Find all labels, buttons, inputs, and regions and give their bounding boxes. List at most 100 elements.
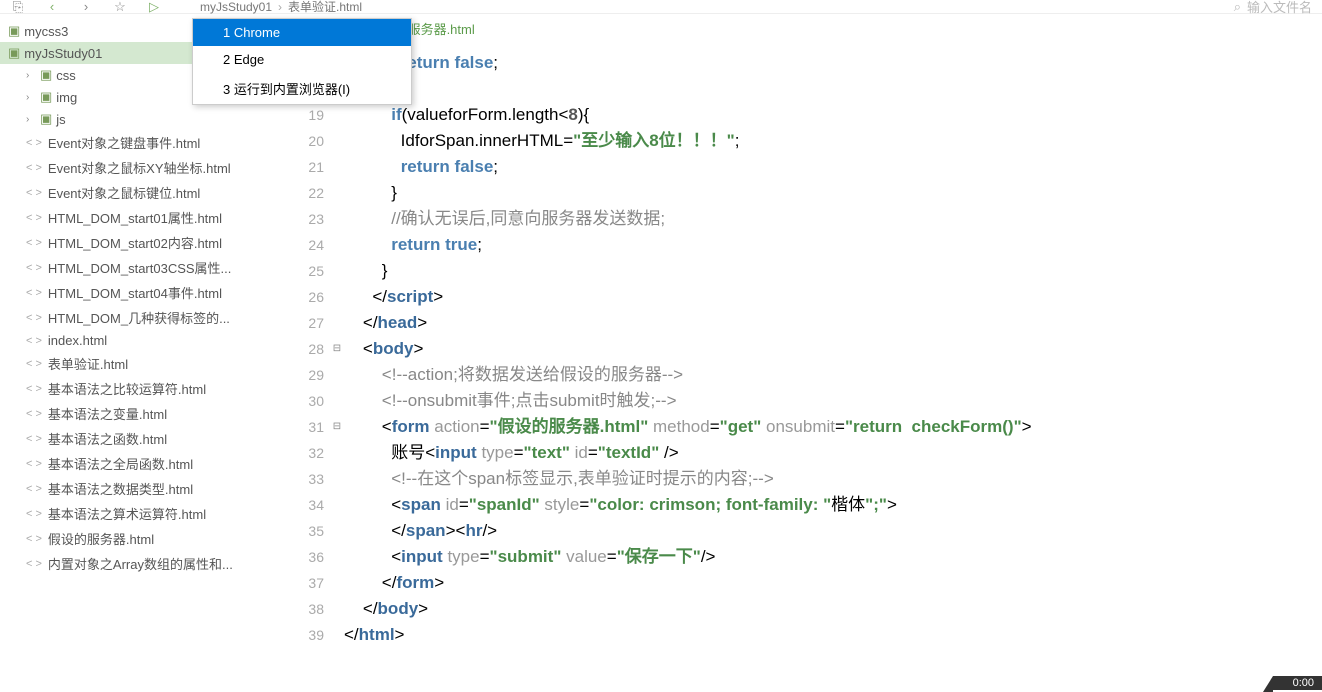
tree-item[interactable]: < >基本语法之变量.html — [0, 401, 280, 426]
fold-marker[interactable] — [330, 570, 344, 596]
back-icon[interactable]: ‹ — [44, 0, 60, 15]
tree-item-label: HTML_DOM_start03CSS属性... — [48, 258, 232, 277]
code-line[interactable]: <!--在这个span标签显示,表单验证时提示的内容;--> — [344, 466, 1322, 492]
fold-marker[interactable]: ⊟ — [330, 336, 344, 362]
code-line[interactable]: <body> — [344, 336, 1322, 362]
code-line[interactable]: //确认无误后,同意向服务器发送数据; — [344, 206, 1322, 232]
fold-marker[interactable] — [330, 596, 344, 622]
dropdown-item[interactable]: 1 Chrome — [193, 19, 411, 46]
search-box[interactable]: ⌕ 输入文件名 — [1234, 0, 1312, 16]
fold-marker[interactable] — [330, 258, 344, 284]
line-number: 22 — [280, 180, 324, 206]
code-line[interactable]: return false; — [344, 50, 1322, 76]
code-line[interactable]: </html> — [344, 622, 1322, 648]
fold-marker[interactable] — [330, 388, 344, 414]
code-line[interactable]: } — [344, 76, 1322, 102]
fold-marker[interactable] — [330, 466, 344, 492]
line-number: 32 — [280, 440, 324, 466]
code-line[interactable]: </script> — [344, 284, 1322, 310]
fold-marker[interactable] — [330, 622, 344, 648]
fold-marker[interactable] — [330, 102, 344, 128]
chevron-right-icon[interactable]: › — [26, 70, 40, 81]
fold-marker[interactable] — [330, 440, 344, 466]
fold-marker[interactable] — [330, 492, 344, 518]
fold-marker[interactable] — [330, 544, 344, 570]
code-line[interactable] — [344, 648, 1322, 674]
tree-item-label: myJsStudy01 — [24, 46, 102, 61]
tree-item-label: 基本语法之数据类型.html — [48, 479, 193, 498]
code-line[interactable]: </span><hr/> — [344, 518, 1322, 544]
tree-item[interactable]: < >基本语法之算术运算符.html — [0, 501, 280, 526]
dropdown-item[interactable]: 3 运行到内置浏览器(I) — [193, 73, 411, 104]
dropdown-item[interactable]: 2 Edge — [193, 46, 411, 73]
tree-item[interactable]: < >Event对象之键盘事件.html — [0, 130, 280, 155]
save-icon[interactable]: ⎘ — [10, 0, 26, 15]
fold-marker[interactable] — [330, 362, 344, 388]
tree-item[interactable]: < >基本语法之比较运算符.html — [0, 376, 280, 401]
chevron-right-icon[interactable]: › — [26, 114, 40, 125]
code-line[interactable]: } — [344, 258, 1322, 284]
forward-icon[interactable]: › — [78, 0, 94, 15]
fold-marker[interactable] — [330, 128, 344, 154]
run-dropdown: 1 Chrome2 Edge3 运行到内置浏览器(I) — [192, 18, 412, 105]
code-line[interactable]: </form> — [344, 570, 1322, 596]
code-line[interactable]: <!--action;将数据发送给假设的服务器--> — [344, 362, 1322, 388]
tree-item[interactable]: < >index.html — [0, 330, 280, 351]
code-line[interactable]: IdforSpan.innerHTML="至少输入8位！！！"; — [344, 128, 1322, 154]
fold-marker[interactable] — [330, 284, 344, 310]
code-line[interactable]: if(valueforForm.length<8){ — [344, 102, 1322, 128]
chevron-right-icon: › — [278, 0, 282, 14]
tree-item[interactable]: < >HTML_DOM_几种获得标签的... — [0, 305, 280, 330]
tree-item-label: 基本语法之全局函数.html — [48, 454, 193, 473]
fold-gutter[interactable]: ⊟⊟ — [330, 42, 344, 690]
fold-marker[interactable] — [330, 232, 344, 258]
star-icon[interactable]: ☆ — [112, 0, 128, 15]
tree-item[interactable]: < >基本语法之全局函数.html — [0, 451, 280, 476]
tree-item[interactable]: < >HTML_DOM_start01属性.html — [0, 205, 280, 230]
file-icon: < > — [26, 483, 42, 495]
code-area[interactable]: return false; } if(valueforForm.length<8… — [344, 42, 1322, 690]
code-line[interactable]: </body> — [344, 596, 1322, 622]
editor[interactable]: 1718192021222324252627282930313233343536… — [280, 42, 1322, 690]
chevron-right-icon[interactable]: › — [26, 92, 40, 103]
tree-item[interactable]: < >HTML_DOM_start03CSS属性... — [0, 255, 280, 280]
code-line[interactable]: <!--onsubmit事件;点击submit时触发;--> — [344, 388, 1322, 414]
tree-item[interactable]: ›▣js — [0, 108, 280, 130]
code-line[interactable]: return false; — [344, 154, 1322, 180]
fold-marker[interactable] — [330, 154, 344, 180]
search-icon: ⌕ — [1234, 0, 1241, 15]
code-line[interactable]: 账号<input type="text" id="textId" /> — [344, 440, 1322, 466]
run-icon[interactable]: ▷ — [146, 0, 162, 15]
fold-marker[interactable] — [330, 518, 344, 544]
tree-item[interactable]: < >内置对象之Array数组的属性和... — [0, 551, 280, 576]
folder-icon: ▣ — [40, 111, 52, 127]
fold-marker[interactable] — [330, 648, 344, 674]
code-line[interactable]: <span id="spanId" style="color: crimson;… — [344, 492, 1322, 518]
tree-item[interactable]: < >Event对象之鼠标键位.html — [0, 180, 280, 205]
fold-marker[interactable] — [330, 206, 344, 232]
tree-item[interactable]: < >假设的服务器.html — [0, 526, 280, 551]
tree-item[interactable]: < >表单验证.html — [0, 351, 280, 376]
code-line[interactable]: } — [344, 180, 1322, 206]
tree-item-label: 基本语法之函数.html — [48, 429, 167, 448]
tree-item[interactable]: < >HTML_DOM_start02内容.html — [0, 230, 280, 255]
breadcrumb-file[interactable]: 表单验证.html — [288, 0, 362, 15]
file-icon: < > — [26, 408, 42, 420]
line-number: 28 — [280, 336, 324, 362]
line-number: 37 — [280, 570, 324, 596]
fold-marker[interactable] — [330, 310, 344, 336]
code-line[interactable]: <form action="假设的服务器.html" method="get" … — [344, 414, 1322, 440]
file-icon: < > — [26, 533, 42, 545]
breadcrumb-project[interactable]: myJsStudy01 — [200, 0, 272, 14]
line-number: 24 — [280, 232, 324, 258]
code-line[interactable]: </head> — [344, 310, 1322, 336]
fold-marker[interactable]: ⊟ — [330, 414, 344, 440]
code-line[interactable]: return true; — [344, 232, 1322, 258]
tree-item[interactable]: < >Event对象之鼠标XY轴坐标.html — [0, 155, 280, 180]
fold-marker[interactable] — [330, 180, 344, 206]
project-tree[interactable]: ▣mycss3▣myJsStudy01›▣css›▣img›▣js< >Even… — [0, 14, 280, 690]
tree-item[interactable]: < >HTML_DOM_start04事件.html — [0, 280, 280, 305]
tree-item[interactable]: < > 基本语法之数据类型.html — [0, 476, 280, 501]
code-line[interactable]: <input type="submit" value="保存一下"/> — [344, 544, 1322, 570]
tree-item[interactable]: < >基本语法之函数.html — [0, 426, 280, 451]
